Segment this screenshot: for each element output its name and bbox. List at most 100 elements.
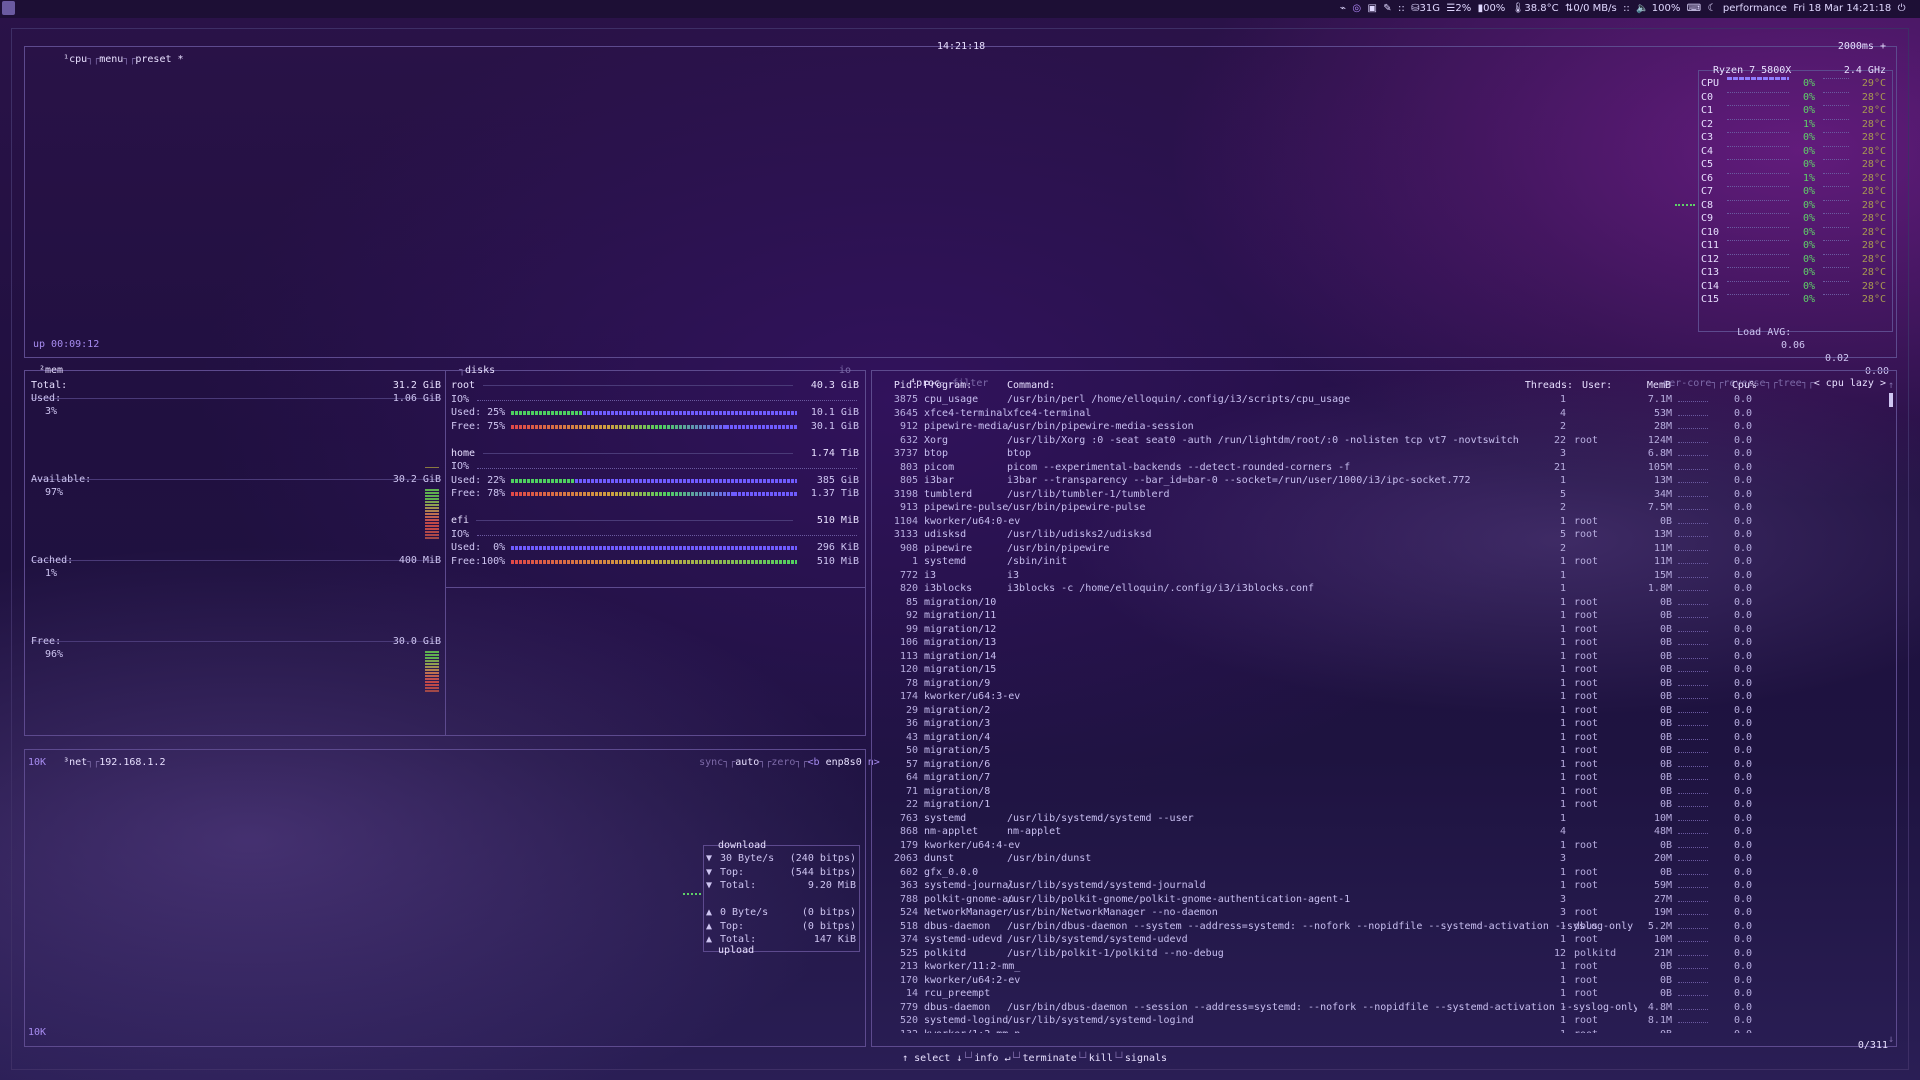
col-threads[interactable]: Threads: — [1496, 379, 1573, 392]
kill-button[interactable]: kill — [1089, 1053, 1113, 1064]
signals-button[interactable]: signals — [1125, 1053, 1167, 1064]
table-row[interactable]: 174 kworker/u64:3-ev 1 root 0B 0.0 — [886, 690, 1886, 704]
proc-threads: 12 — [1553, 947, 1566, 959]
proc-mem: 0B — [1659, 677, 1672, 689]
cpu-core-row: C2 1% 28°C — [1701, 118, 1891, 131]
proc-cpu: 0.0 — [1733, 569, 1752, 581]
proc-scrollbar[interactable]: ↑ ↓ — [1888, 379, 1894, 1045]
update-interval[interactable]: 2000ms + — [1838, 40, 1886, 53]
table-row[interactable]: 50 migration/5 1 root 0B 0.0 — [886, 744, 1886, 758]
table-row[interactable]: 64 migration/7 1 root 0B 0.0 — [886, 771, 1886, 785]
table-row[interactable]: 632 Xorg/usr/lib/Xorg :0 -seat seat0 -aut… — [886, 434, 1886, 448]
disks-title[interactable]: disks — [465, 365, 495, 376]
folder-icon[interactable]: ▣ — [1367, 3, 1376, 14]
info-button[interactable]: info ↵ — [974, 1053, 1010, 1064]
volume-status[interactable]: 🔈 100% — [1636, 3, 1680, 14]
proc-cpu: 0.0 — [1733, 475, 1752, 486]
table-row[interactable]: 106 migration/13 1 root 0B 0.0 — [886, 636, 1886, 650]
tray-item[interactable]: ◎ — [1352, 3, 1361, 14]
cpu-box-title[interactable]: ¹cpu — [63, 54, 87, 65]
table-row[interactable]: 213 kworker/11:2-mm_ 1 root 0B 0.0 — [886, 960, 1886, 974]
disk-io-label: IO% — [451, 528, 470, 540]
terminal-icon[interactable] — [2, 1, 15, 15]
table-row[interactable]: 78 migration/9 1 root 0B 0.0 — [886, 677, 1886, 691]
scrollbar-thumb[interactable] — [1889, 393, 1893, 407]
moon-icon[interactable]: ☾ — [1708, 3, 1717, 14]
table-row[interactable]: 3737 btop btop 3 6.8M 0.0 — [886, 447, 1886, 461]
table-row[interactable]: 913 pipewire-pulse/usr/bin/pipewire-pulse… — [886, 501, 1886, 515]
mem-box-title[interactable]: ²mem — [39, 365, 63, 376]
select-button[interactable]: ↑ select ↓ — [902, 1053, 962, 1064]
proc-threads: 3 — [1559, 907, 1566, 918]
proc-threads: 21 — [1553, 461, 1566, 473]
table-row[interactable]: 43 migration/4 1 root 0B 0.0 — [886, 731, 1886, 745]
proc-mem: 0B — [1659, 988, 1672, 999]
table-row[interactable]: 22 migration/1 1 root 0B 0.0 — [886, 798, 1886, 812]
net-box-title[interactable]: ³net — [63, 757, 87, 768]
table-row[interactable]: 36 migration/3 1 root 0B 0.0 — [886, 717, 1886, 731]
table-row[interactable]: 524 NetworkManager/usr/bin/NetworkManager… — [886, 906, 1886, 920]
power-profile[interactable]: performance — [1723, 3, 1787, 14]
table-row[interactable]: 788 polkit-gnome-au/usr/lib/polkit-gnome/… — [886, 893, 1886, 907]
table-row[interactable]: 602 gfx_0.0.0 1 root 0B 0.0 — [886, 866, 1886, 880]
power-icon[interactable]: ⏻ — [1898, 3, 1906, 14]
table-row[interactable]: 1 systemd/sbin/init 1 root 11M 0.0 — [886, 555, 1886, 569]
prev-interface-button[interactable]: <b — [808, 757, 820, 768]
preset-button[interactable]: preset * — [135, 54, 183, 65]
table-row[interactable]: 92 migration/11 1 root 0B 0.0 — [886, 609, 1886, 623]
table-row[interactable]: 179 kworker/u64:4-ev 1 root 0B 0.0 — [886, 839, 1886, 853]
table-row[interactable]: 518 dbus-daemon/usr/bin/dbus-daemon --sys… — [886, 920, 1886, 934]
table-row[interactable]: 520 systemd-logind/usr/lib/systemd/system… — [886, 1014, 1886, 1028]
terminate-button[interactable]: terminate — [1023, 1053, 1077, 1064]
table-row[interactable]: 2063 dunst/usr/bin/dunst 3 20M 0.0 — [886, 852, 1886, 866]
table-row[interactable]: 805 i3bar i3bar --transparency --bar_id=ba… — [886, 474, 1886, 488]
proc-cpu: 0.0 — [1733, 691, 1752, 702]
table-row[interactable]: 525 polkitd/usr/lib/polkit-1/polkitd --no… — [886, 947, 1886, 961]
table-row[interactable]: 763 systemd/usr/lib/systemd/systemd --use… — [886, 812, 1886, 826]
table-row[interactable]: 779 dbus-daemon/usr/bin/dbus-daemon --ses… — [886, 1001, 1886, 1015]
proc-mem: 7.1M — [1647, 394, 1672, 405]
proc-mem: 34M — [1653, 488, 1672, 500]
table-row[interactable]: 132 kworker/1:2-mm_p 1 root 0B 0.0 — [886, 1028, 1886, 1034]
table-row[interactable]: 374 systemd-udevd/usr/lib/systemd/systemd… — [886, 933, 1886, 947]
table-row[interactable]: 85 migration/10 1 root 0B 0.0 — [886, 596, 1886, 610]
table-row[interactable]: 3875 cpu_usage/usr/bin/perl /home/elloqui… — [886, 393, 1886, 407]
table-row[interactable]: 803 picom picom --experimental-backends --… — [886, 461, 1886, 475]
table-row[interactable]: 908 pipewire/usr/bin/pipewire 2 11M 0.0 — [886, 542, 1886, 556]
table-row[interactable]: 3198 tumblerd/usr/lib/tumbler-1/tumblerd 5… — [886, 488, 1886, 502]
col-pid[interactable]: Pid: — [886, 379, 918, 392]
col-mem[interactable]: MemB — [1619, 379, 1671, 392]
auto-toggle[interactable]: auto — [735, 757, 759, 768]
table-row[interactable]: 113 migration/14 1 root 0B 0.0 — [886, 650, 1886, 664]
menu-button[interactable]: menu — [99, 54, 123, 65]
tray-item[interactable]: ⌁ — [1340, 3, 1346, 14]
table-row[interactable]: 868 nm-applet nm-applet 4 48M 0.0 — [886, 825, 1886, 839]
table-row[interactable]: 71 migration/8 1 root 0B 0.0 — [886, 785, 1886, 799]
sync-toggle[interactable]: sync — [699, 757, 723, 768]
table-row[interactable]: 120 migration/15 1 root 0B 0.0 — [886, 663, 1886, 677]
table-row[interactable]: 57 migration/6 1 root 0B 0.0 — [886, 758, 1886, 772]
io-toggle[interactable]: io — [839, 364, 851, 377]
zero-toggle[interactable]: zero — [771, 757, 795, 768]
mem-used-label: Used: — [31, 393, 62, 404]
table-row[interactable]: 3645 xfce4-terminal xfce4-terminal 4 53M 0.0 — [886, 407, 1886, 421]
proc-pid: 43 — [905, 731, 918, 743]
table-row[interactable]: 170 kworker/u64:2-ev 1 root 0B 0.0 — [886, 974, 1886, 988]
proc-pid: 132 — [886, 1028, 918, 1034]
table-row[interactable]: 1104 kworker/u64:0-ev 1 root 0B 0.0 — [886, 515, 1886, 529]
table-row[interactable]: 29 migration/2 1 root 0B 0.0 — [886, 704, 1886, 718]
table-row[interactable]: 820 i3blocks i3blocks -c /home/elloquin/.c… — [886, 582, 1886, 596]
proc-cpu: 0.0 — [1733, 623, 1752, 635]
table-row[interactable]: 3133 udisksd/usr/lib/udisks2/udisksd 5 root… — [886, 528, 1886, 542]
col-cpu[interactable]: Cpu% — [1726, 379, 1756, 392]
table-row[interactable]: 363 systemd-journal/usr/lib/systemd/syste… — [886, 879, 1886, 893]
table-row[interactable]: 912 pipewire-media-/usr/bin/pipewire-medi… — [886, 420, 1886, 434]
table-row[interactable]: 14 rcu_preempt 1 root 0B 0.0 — [886, 987, 1886, 1001]
uptime: up 00:09:12 — [33, 339, 100, 350]
table-row[interactable]: 772 i3 i3 1 15M 0.0 — [886, 569, 1886, 583]
status-applets[interactable]: ⌁ ◎ ▣ ✎ :: ⛁31G ☰2% ▮00% 🌡38.8°C ⇅0/0 MB… — [1340, 3, 1906, 14]
proc-pid: 525 — [899, 947, 918, 959]
table-row[interactable]: 99 migration/12 1 root 0B 0.0 — [886, 623, 1886, 637]
pen-icon[interactable]: ✎ — [1383, 3, 1391, 14]
keyboard-icon[interactable]: ⌨ — [1687, 3, 1701, 14]
